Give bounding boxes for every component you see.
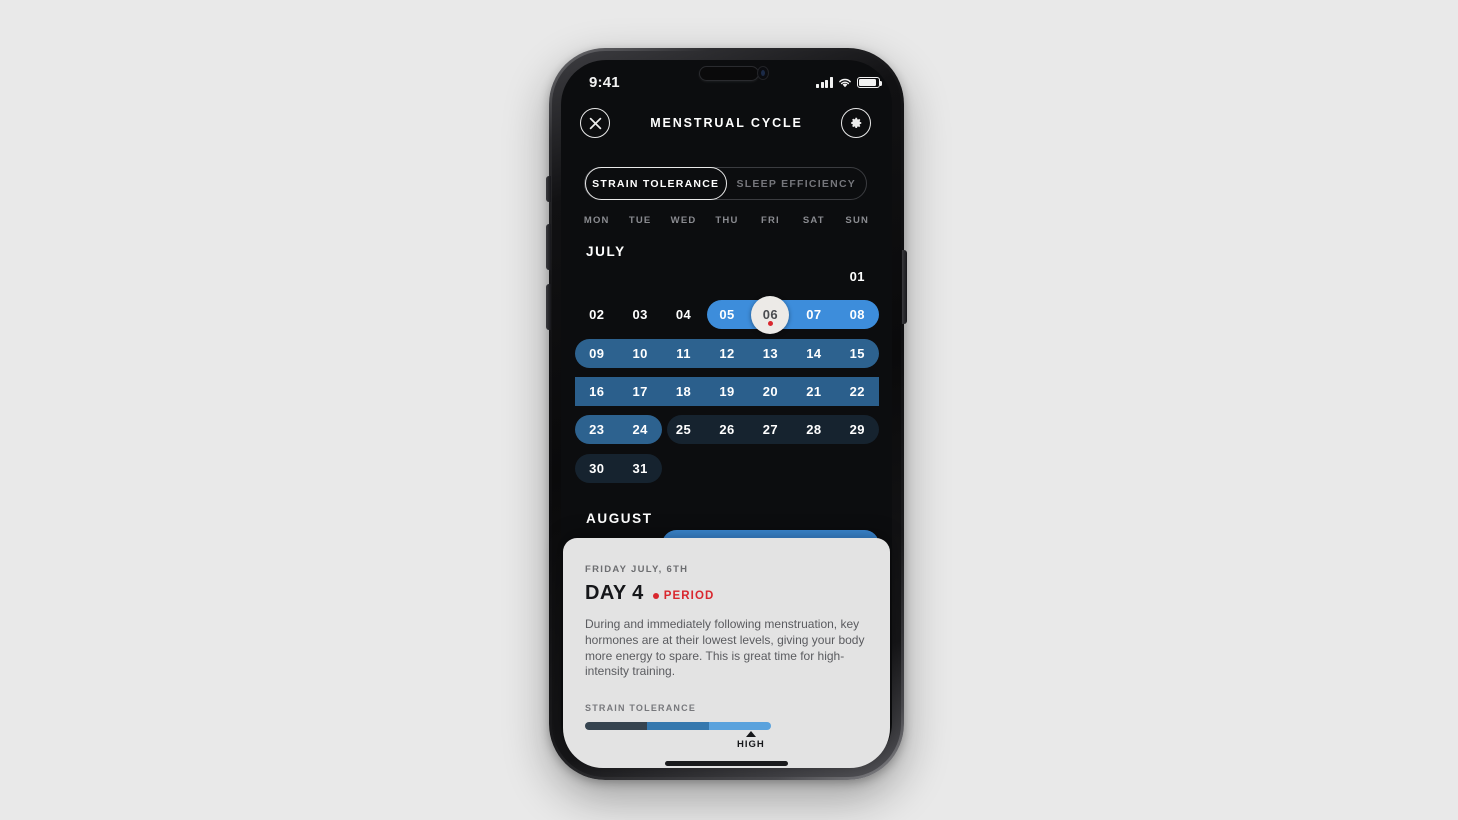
weekday-thu: THU bbox=[715, 215, 739, 226]
meter-segment-high bbox=[709, 722, 771, 731]
calendar-day-25[interactable]: 25 bbox=[662, 415, 705, 444]
mute-switch-button[interactable] bbox=[546, 176, 551, 202]
calendar-day-01[interactable]: 01 bbox=[836, 262, 879, 291]
calendar-cell-empty bbox=[575, 262, 618, 291]
screenshot-stage: 9:41 MENSTRUAL CYCLE STRAIN TOLERANCE SL… bbox=[0, 0, 1458, 820]
calendar-day-24[interactable]: 24 bbox=[618, 415, 661, 444]
detail-description: During and immediately following menstru… bbox=[585, 617, 865, 679]
settings-button[interactable] bbox=[841, 108, 871, 138]
meter-pointer-icon bbox=[745, 731, 756, 738]
calendar-cell-empty bbox=[705, 262, 748, 291]
calendar-cell-empty bbox=[662, 454, 705, 483]
wifi-icon bbox=[838, 77, 852, 88]
calendar-day-04[interactable]: 04 bbox=[662, 300, 705, 329]
calendar-day-03[interactable]: 03 bbox=[618, 300, 661, 329]
calendar-day-14[interactable]: 14 bbox=[792, 339, 835, 368]
day-detail-card: FRIDAY JULY, 6TH DAY 4 PERIOD During and… bbox=[563, 538, 890, 768]
calendar-day-06-label: 06 bbox=[762, 307, 779, 322]
detail-phase-badge: PERIOD bbox=[653, 590, 715, 602]
tab-sleep-efficiency[interactable]: SLEEP EFFICIENCY bbox=[727, 167, 867, 200]
calendar-day-05[interactable]: 05 bbox=[705, 300, 748, 329]
strain-tolerance-label: STRAIN TOLERANCE bbox=[585, 703, 697, 714]
weekday-sat: SAT bbox=[802, 215, 825, 226]
volume-up-button[interactable] bbox=[546, 224, 551, 270]
calendar-day-26[interactable]: 26 bbox=[705, 415, 748, 444]
calendar-day-10[interactable]: 10 bbox=[618, 339, 661, 368]
cellular-bars-icon bbox=[816, 77, 833, 88]
calendar-day-27[interactable]: 27 bbox=[749, 415, 792, 444]
calendar-cell-empty bbox=[662, 262, 705, 291]
front-camera-icon bbox=[757, 66, 769, 80]
meter-segment-low bbox=[585, 722, 647, 731]
calendar-row: 09 10 11 12 13 14 15 bbox=[575, 339, 879, 368]
calendar-row: 02 03 04 05 06 07 08 bbox=[575, 295, 879, 334]
calendar-cell-empty bbox=[749, 262, 792, 291]
calendar-cell-empty bbox=[618, 262, 661, 291]
weekday-mon: MON bbox=[583, 215, 610, 226]
calendar-cell-empty bbox=[836, 454, 879, 483]
meter-segment-medium bbox=[647, 722, 709, 731]
weekday-header-row: MON TUE WED THU FRI SAT SUN bbox=[575, 215, 879, 226]
weekday-wed: WED bbox=[670, 215, 697, 226]
calendar-day-11[interactable]: 11 bbox=[662, 339, 705, 368]
gear-icon bbox=[851, 117, 862, 128]
calendar-day-22[interactable]: 22 bbox=[836, 377, 879, 406]
calendar-day-08[interactable]: 08 bbox=[836, 300, 879, 329]
calendar-cell-empty bbox=[792, 262, 835, 291]
meter-marker: HIGH bbox=[737, 731, 765, 750]
calendar-cell-empty bbox=[705, 454, 748, 483]
calendar-row: 30 31 bbox=[575, 454, 879, 483]
calendar-day-19[interactable]: 19 bbox=[705, 377, 748, 406]
month-label-august: AUGUST bbox=[586, 511, 653, 526]
calendar-day-06-selected[interactable]: 06 bbox=[749, 295, 792, 334]
calendar-day-07[interactable]: 07 bbox=[792, 300, 835, 329]
calendar-day-23[interactable]: 23 bbox=[575, 415, 618, 444]
calendar-day-18[interactable]: 18 bbox=[662, 377, 705, 406]
calendar-day-15[interactable]: 15 bbox=[836, 339, 879, 368]
calendar-day-09[interactable]: 09 bbox=[575, 339, 618, 368]
calendar-day-02[interactable]: 02 bbox=[575, 300, 618, 329]
tab-strain-tolerance[interactable]: STRAIN TOLERANCE bbox=[585, 167, 727, 200]
status-bar-time: 9:41 bbox=[589, 74, 620, 91]
calendar-day-17[interactable]: 17 bbox=[618, 377, 661, 406]
weekday-fri: FRI bbox=[760, 215, 780, 226]
calendar-cell-empty bbox=[749, 454, 792, 483]
calendar-day-29[interactable]: 29 bbox=[836, 415, 879, 444]
calendar-day-13[interactable]: 13 bbox=[749, 339, 792, 368]
calendar-cell-empty bbox=[792, 454, 835, 483]
weekday-tue: TUE bbox=[628, 215, 652, 226]
dynamic-island bbox=[699, 66, 759, 81]
detail-date: FRIDAY JULY, 6TH bbox=[585, 564, 689, 575]
meter-value-label: HIGH bbox=[737, 739, 765, 751]
power-button[interactable] bbox=[902, 250, 907, 324]
calendar-day-30[interactable]: 30 bbox=[575, 454, 618, 483]
detail-day-number: DAY 4 bbox=[585, 582, 644, 604]
calendar-day-20[interactable]: 20 bbox=[749, 377, 792, 406]
metric-segmented-control[interactable]: STRAIN TOLERANCE SLEEP EFFICIENCY bbox=[584, 167, 867, 200]
calendar-day-16[interactable]: 16 bbox=[575, 377, 618, 406]
detail-headline: DAY 4 PERIOD bbox=[585, 582, 868, 605]
home-indicator[interactable] bbox=[665, 761, 788, 766]
calendar-day-31[interactable]: 31 bbox=[618, 454, 661, 483]
strain-tolerance-meter: HIGH bbox=[585, 722, 771, 750]
calendar-day-21[interactable]: 21 bbox=[792, 377, 835, 406]
battery-full-icon bbox=[856, 76, 882, 88]
calendar-day-28[interactable]: 28 bbox=[792, 415, 835, 444]
calendar-day-12[interactable]: 12 bbox=[705, 339, 748, 368]
calendar-row: 01 bbox=[575, 262, 879, 291]
volume-down-button[interactable] bbox=[546, 284, 551, 330]
status-bar-icons bbox=[816, 76, 882, 88]
month-label-july: JULY bbox=[586, 244, 626, 259]
weekday-sun: SUN bbox=[845, 215, 870, 226]
calendar-row: 23 24 25 26 27 28 29 bbox=[575, 415, 879, 444]
calendar-row: 16 17 18 19 20 21 22 bbox=[575, 377, 879, 406]
